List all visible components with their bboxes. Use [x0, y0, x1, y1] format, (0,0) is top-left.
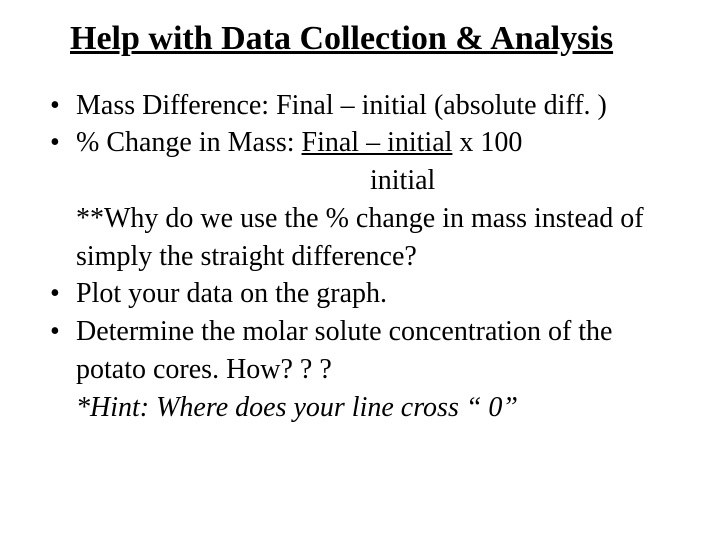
bullet-percent-change: % Change in Mass: Final – initial x 100 …	[48, 124, 680, 200]
formula-numerator: Final – initial	[302, 127, 453, 158]
percent-change-label: % Change in Mass:	[76, 127, 302, 158]
hint-text: *Hint: Where does your line cross “ 0”	[48, 389, 680, 427]
why-question: **Why do we use the % change in mass ins…	[48, 200, 680, 276]
slide-title: Help with Data Collection & Analysis	[70, 18, 680, 61]
bullet-list: Mass Difference: Final – initial (absolu…	[48, 87, 680, 200]
bullet-plot-data: Plot your data on the graph.	[48, 275, 680, 313]
formula-times-100: x 100	[452, 127, 522, 158]
bullet-mass-difference: Mass Difference: Final – initial (absolu…	[48, 87, 680, 125]
bullet-list-2: Plot your data on the graph. Determine t…	[48, 275, 680, 388]
slide: Help with Data Collection & Analysis Mas…	[0, 0, 720, 540]
formula-denominator: initial	[76, 162, 680, 200]
slide-body: Mass Difference: Final – initial (absolu…	[48, 87, 680, 427]
bullet-determine-molar: Determine the molar solute concentration…	[48, 313, 680, 389]
